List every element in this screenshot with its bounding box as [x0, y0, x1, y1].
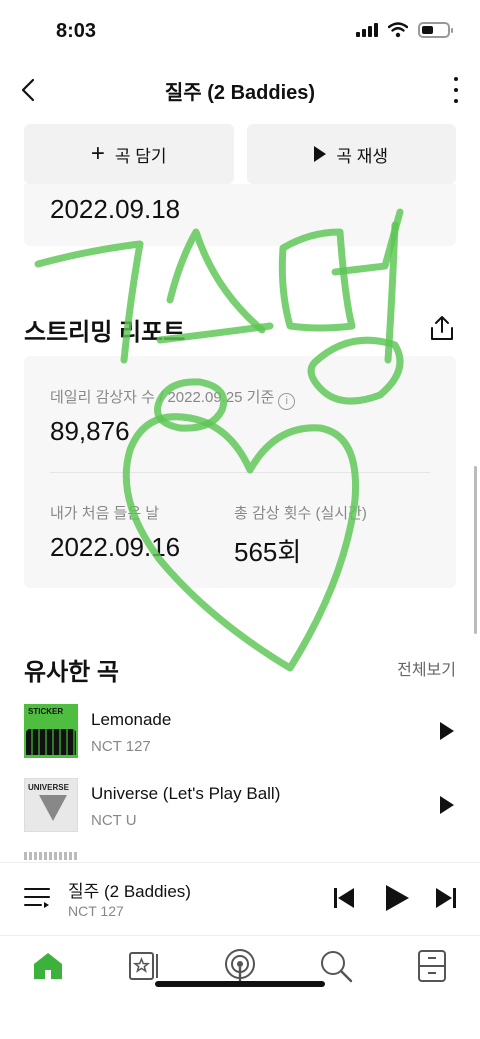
- library-icon[interactable]: [126, 948, 162, 984]
- play-icon: [314, 146, 327, 162]
- album-cover-art: [26, 729, 76, 755]
- player-controls: [334, 885, 456, 911]
- action-row: + 곡 담기 곡 재생: [24, 124, 456, 184]
- home-icon[interactable]: [30, 948, 66, 984]
- daily-listeners-label: 데일리 감상자 수 / 2022.09.25 기준 i: [50, 386, 296, 410]
- storage-icon[interactable]: [414, 948, 450, 984]
- status-time: 8:03: [56, 20, 97, 42]
- info-icon[interactable]: i: [278, 393, 296, 410]
- first-listen-value: 2022.09.16: [50, 532, 181, 562]
- signal-icon: [356, 23, 378, 37]
- play-song-label: 곡 재생: [336, 146, 389, 166]
- first-listen-label: 내가 처음 들은 날: [50, 505, 160, 522]
- playlist-icon[interactable]: [24, 885, 50, 909]
- tab-bar: [0, 935, 480, 997]
- play-icon[interactable]: [440, 796, 454, 814]
- release-date-card: 2022.09.18: [24, 184, 456, 246]
- list-item[interactable]: UNIVERSE Universe (Let's Play Ball) NCT …: [24, 778, 456, 834]
- daily-listeners-value: 89,876: [50, 416, 130, 446]
- similar-heading: 유사한 곡: [24, 659, 119, 686]
- player-artist: NCT 127: [68, 903, 124, 919]
- status-bar: 8:03: [0, 0, 480, 64]
- total-plays-label: 총 감상 횟수 (실시간): [234, 505, 367, 522]
- album-cover-title: UNIVERSE: [28, 783, 69, 792]
- song-title: Universe (Let's Play Ball): [91, 784, 281, 803]
- play-song-button[interactable]: 곡 재생: [246, 124, 456, 184]
- next-icon[interactable]: [436, 888, 456, 908]
- scrollbar[interactable]: [474, 466, 477, 634]
- report-heading: 스트리밍 리포트: [24, 319, 186, 346]
- home-indicator: [155, 981, 325, 987]
- album-cover-title: STICKER: [28, 707, 64, 716]
- search-icon[interactable]: [318, 948, 354, 984]
- total-plays-value: 565회: [234, 537, 302, 567]
- release-date: 2022.09.18: [50, 194, 181, 224]
- status-icons: [356, 22, 453, 38]
- report-card: 데일리 감상자 수 / 2022.09.25 기준 i 89,876 내가 처음 …: [24, 356, 456, 588]
- share-icon[interactable]: [428, 314, 456, 342]
- play-icon[interactable]: [440, 722, 454, 740]
- song-artist: NCT U: [91, 812, 137, 829]
- player-title: 질주 (2 Baddies): [68, 882, 191, 901]
- album-cover: UNIVERSE: [24, 778, 78, 832]
- plus-icon: +: [90, 140, 105, 167]
- previous-icon[interactable]: [334, 888, 354, 908]
- play-icon[interactable]: [386, 885, 409, 911]
- page-title: 질주 (2 Baddies): [164, 82, 316, 104]
- view-all-link[interactable]: 전체보기: [397, 656, 456, 680]
- podcast-icon[interactable]: [222, 948, 258, 984]
- album-cover: STICKER: [24, 704, 78, 758]
- list-item[interactable]: STICKER Lemonade NCT 127: [24, 704, 456, 760]
- divider: [50, 472, 430, 473]
- wifi-icon: [388, 22, 408, 38]
- mini-player[interactable]: 질주 (2 Baddies) NCT 127: [0, 862, 480, 934]
- battery-icon: [418, 22, 453, 38]
- more-icon[interactable]: [450, 74, 462, 106]
- daily-listeners-text: 데일리 감상자 수 / 2022.09.25 기준: [50, 389, 275, 406]
- add-song-button[interactable]: + 곡 담기: [24, 124, 234, 184]
- album-cover-art: [39, 795, 67, 821]
- add-song-label: 곡 담기: [114, 146, 167, 166]
- album-cover-partial: [24, 852, 78, 860]
- song-artist: NCT 127: [91, 738, 151, 755]
- song-title: Lemonade: [91, 710, 172, 729]
- nav-bar: 질주 (2 Baddies): [0, 64, 480, 116]
